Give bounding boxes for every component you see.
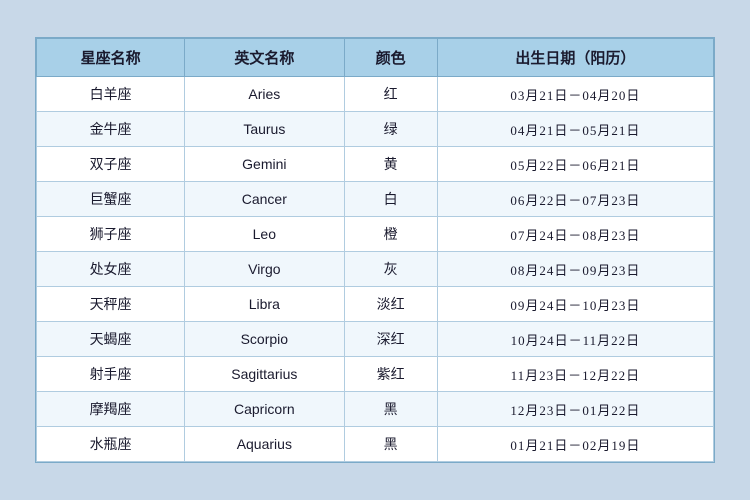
cell-en-name: Cancer (185, 182, 344, 217)
cell-zh-name: 射手座 (37, 357, 185, 392)
table-header-row: 星座名称 英文名称 颜色 出生日期（阳历） (37, 39, 714, 77)
table-row: 射手座Sagittarius紫红11月23日－12月22日 (37, 357, 714, 392)
cell-zh-name: 摩羯座 (37, 392, 185, 427)
cell-dates: 01月21日－02月19日 (437, 427, 713, 462)
cell-en-name: Aquarius (185, 427, 344, 462)
cell-color: 紫红 (344, 357, 437, 392)
cell-en-name: Scorpio (185, 322, 344, 357)
cell-color: 深红 (344, 322, 437, 357)
cell-dates: 06月22日－07月23日 (437, 182, 713, 217)
cell-en-name: Libra (185, 287, 344, 322)
cell-zh-name: 天蝎座 (37, 322, 185, 357)
cell-color: 黄 (344, 147, 437, 182)
table-row: 巨蟹座Cancer白06月22日－07月23日 (37, 182, 714, 217)
cell-zh-name: 白羊座 (37, 77, 185, 112)
cell-dates: 07月24日－08月23日 (437, 217, 713, 252)
cell-dates: 10月24日－11月22日 (437, 322, 713, 357)
table-row: 双子座Gemini黄05月22日－06月21日 (37, 147, 714, 182)
cell-zh-name: 巨蟹座 (37, 182, 185, 217)
table-row: 天秤座Libra淡红09月24日－10月23日 (37, 287, 714, 322)
cell-color: 灰 (344, 252, 437, 287)
table-row: 金牛座Taurus绿04月21日－05月21日 (37, 112, 714, 147)
zodiac-table-container: 星座名称 英文名称 颜色 出生日期（阳历） 白羊座Aries红03月21日－04… (35, 37, 715, 463)
table-row: 白羊座Aries红03月21日－04月20日 (37, 77, 714, 112)
cell-en-name: Aries (185, 77, 344, 112)
cell-zh-name: 双子座 (37, 147, 185, 182)
cell-zh-name: 金牛座 (37, 112, 185, 147)
cell-en-name: Gemini (185, 147, 344, 182)
header-color: 颜色 (344, 39, 437, 77)
cell-dates: 11月23日－12月22日 (437, 357, 713, 392)
cell-color: 黑 (344, 427, 437, 462)
cell-dates: 09月24日－10月23日 (437, 287, 713, 322)
table-row: 狮子座Leo橙07月24日－08月23日 (37, 217, 714, 252)
header-en-name: 英文名称 (185, 39, 344, 77)
table-row: 水瓶座Aquarius黑01月21日－02月19日 (37, 427, 714, 462)
table-body: 白羊座Aries红03月21日－04月20日金牛座Taurus绿04月21日－0… (37, 77, 714, 462)
header-zh-name: 星座名称 (37, 39, 185, 77)
cell-en-name: Sagittarius (185, 357, 344, 392)
cell-en-name: Virgo (185, 252, 344, 287)
cell-en-name: Capricorn (185, 392, 344, 427)
cell-color: 淡红 (344, 287, 437, 322)
cell-zh-name: 天秤座 (37, 287, 185, 322)
table-row: 摩羯座Capricorn黑12月23日－01月22日 (37, 392, 714, 427)
table-row: 处女座Virgo灰08月24日－09月23日 (37, 252, 714, 287)
zodiac-table: 星座名称 英文名称 颜色 出生日期（阳历） 白羊座Aries红03月21日－04… (36, 38, 714, 462)
cell-color: 白 (344, 182, 437, 217)
cell-zh-name: 处女座 (37, 252, 185, 287)
header-dates: 出生日期（阳历） (437, 39, 713, 77)
cell-zh-name: 狮子座 (37, 217, 185, 252)
cell-dates: 05月22日－06月21日 (437, 147, 713, 182)
cell-zh-name: 水瓶座 (37, 427, 185, 462)
cell-color: 橙 (344, 217, 437, 252)
table-row: 天蝎座Scorpio深红10月24日－11月22日 (37, 322, 714, 357)
cell-dates: 04月21日－05月21日 (437, 112, 713, 147)
cell-en-name: Leo (185, 217, 344, 252)
cell-dates: 03月21日－04月20日 (437, 77, 713, 112)
cell-color: 红 (344, 77, 437, 112)
cell-color: 绿 (344, 112, 437, 147)
cell-dates: 08月24日－09月23日 (437, 252, 713, 287)
cell-dates: 12月23日－01月22日 (437, 392, 713, 427)
cell-en-name: Taurus (185, 112, 344, 147)
cell-color: 黑 (344, 392, 437, 427)
